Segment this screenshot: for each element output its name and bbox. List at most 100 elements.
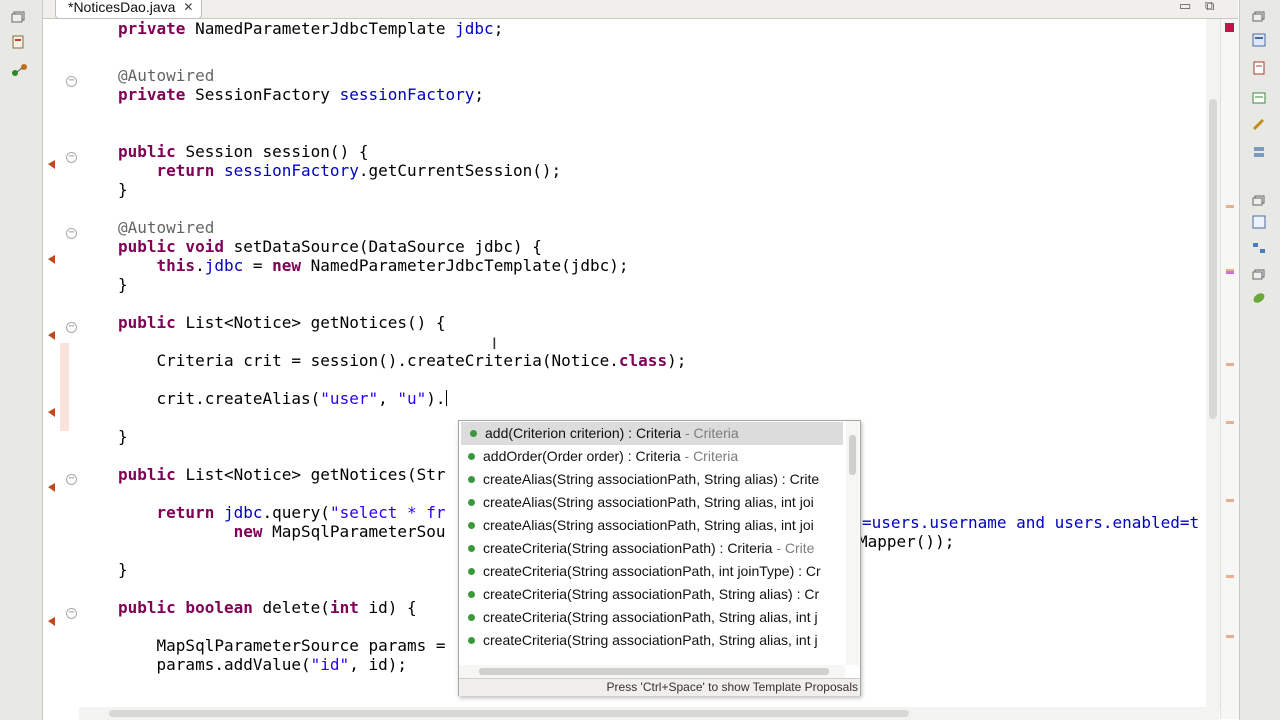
navigator-icon[interactable]: [1252, 214, 1268, 229]
content-assist-popup[interactable]: add(Criterion criterion) : Criteria - Cr…: [458, 420, 861, 696]
code-token: ;: [474, 85, 485, 104]
overview-mark[interactable]: [1226, 635, 1234, 638]
proposal-item[interactable]: createCriteria(String associationPath, i…: [459, 560, 845, 583]
spring-icon[interactable]: [1252, 290, 1268, 304]
code-token: MapSqlParameterSource params =: [118, 636, 456, 655]
scroll-thumb[interactable]: [849, 435, 856, 475]
code-token: jdbc: [204, 256, 244, 275]
proposal-item[interactable]: add(Criterion criterion) : Criteria - Cr…: [461, 422, 843, 445]
scroll-thumb[interactable]: [1209, 99, 1217, 419]
outline-icon[interactable]: [1252, 32, 1268, 47]
public-method-icon: [468, 614, 475, 621]
restore-icon[interactable]: [11, 8, 29, 23]
proposal-signature: createCriteria(String associationPath, S…: [483, 609, 818, 625]
error-summary-icon[interactable]: [1225, 23, 1234, 32]
proposal-signature: createAlias(String associationPath, Stri…: [483, 471, 820, 487]
code-token: public: [118, 465, 186, 484]
overview-mark[interactable]: [1226, 205, 1234, 208]
tab-noticesdao[interactable]: *NoticesDao.java ✕: [55, 0, 203, 19]
type-hierarchy-icon[interactable]: [1252, 240, 1268, 254]
editor-horizontal-scrollbar[interactable]: [79, 707, 1219, 720]
code-token: .getCurrentSession();: [358, 161, 562, 180]
code-token: );: [667, 351, 687, 370]
overview-mark[interactable]: [1226, 421, 1234, 424]
code-token: jdbc: [223, 503, 263, 522]
overview-mark[interactable]: [1226, 363, 1234, 366]
override-marker-icon[interactable]: [47, 250, 56, 264]
fold-toggle-icon[interactable]: −: [66, 474, 77, 485]
override-marker-icon[interactable]: [47, 478, 56, 492]
code-token: public void: [118, 237, 234, 256]
overview-mark[interactable]: [1226, 575, 1234, 578]
code-token: private: [118, 19, 196, 38]
code-token: private: [118, 85, 196, 104]
override-marker-icon[interactable]: [47, 612, 56, 626]
minimize-icon[interactable]: ▭: [1179, 0, 1191, 14]
restore-icon[interactable]: [1252, 8, 1268, 22]
code-token: Criteria crit = session().createCriteria…: [118, 351, 619, 370]
overview-mark[interactable]: [1226, 271, 1234, 274]
proposal-item[interactable]: createCriteria(String associationPath) :…: [459, 537, 845, 560]
code-token: "select * fr: [329, 503, 446, 522]
code-line: }: [118, 560, 128, 579]
proposal-item[interactable]: createCriteria(String associationPath, S…: [459, 629, 845, 652]
console-icon[interactable]: [1252, 90, 1268, 104]
proposal-signature: createCriteria(String associationPath, S…: [483, 632, 818, 648]
fold-toggle-icon[interactable]: −: [66, 322, 77, 333]
proposal-item[interactable]: createCriteria(String associationPath, S…: [459, 606, 845, 629]
tasks-icon[interactable]: [1252, 60, 1268, 75]
override-marker-icon[interactable]: [47, 155, 56, 169]
override-marker-icon[interactable]: [47, 403, 56, 417]
scroll-thumb[interactable]: [479, 668, 829, 675]
code-token: "u": [397, 389, 427, 408]
code-token: NamedParameterJdbcTemplate(jdbc);: [310, 256, 629, 275]
hierarchy-icon[interactable]: [11, 62, 29, 76]
scroll-thumb[interactable]: [109, 710, 909, 717]
proposal-item[interactable]: createCriteria(String associationPath, S…: [459, 583, 845, 606]
overview-mark[interactable]: [1226, 499, 1234, 502]
proposal-item[interactable]: addOrder(Order order) : Criteria - Crite…: [459, 445, 845, 468]
proposal-item[interactable]: createAlias(String associationPath, Stri…: [459, 468, 845, 491]
wrench-icon[interactable]: [1252, 116, 1268, 131]
code-token: setDataSource(DataSource jdbc) {: [233, 237, 542, 256]
override-marker-icon[interactable]: [47, 326, 56, 340]
proposal-signature: add(Criterion criterion) : Criteria: [485, 425, 682, 441]
fold-toggle-icon[interactable]: −: [66, 228, 77, 239]
restore-icon[interactable]: [1252, 192, 1268, 206]
code-token: this: [118, 256, 196, 275]
code-line: return jdbc.query("select * fr: [118, 503, 446, 522]
popup-vertical-scrollbar[interactable]: [846, 421, 859, 665]
package-explorer-icon[interactable]: [11, 34, 29, 49]
popup-horizontal-scrollbar[interactable]: [459, 665, 845, 678]
overview-ruler[interactable]: [1220, 19, 1239, 719]
code-token: @Autowired: [118, 66, 215, 85]
proposal-item[interactable]: createAlias(String associationPath, Stri…: [459, 514, 845, 537]
code-line: private NamedParameterJdbcTemplate jdbc;: [118, 19, 503, 38]
public-method-icon: [468, 545, 475, 552]
code-line: public Session session() {: [118, 142, 368, 161]
code-line: }: [118, 427, 128, 446]
code-token: }: [118, 275, 128, 294]
code-line: public List<Notice> getNotices(Str: [118, 465, 446, 484]
code-token: crit.createAlias(: [118, 389, 321, 408]
proposal-list[interactable]: add(Criterion criterion) : Criteria - Cr…: [459, 421, 845, 665]
maximize-icon[interactable]: ⧉: [1205, 0, 1214, 14]
restore-icon[interactable]: [1252, 266, 1268, 280]
template-proposals-hint: Press 'Ctrl+Space' to show Template Prop…: [606, 680, 858, 694]
code-token: NamedParameterJdbcTemplate: [195, 19, 456, 38]
code-token: SessionFactory: [195, 85, 340, 104]
code-token: ;: [493, 19, 504, 38]
proposal-signature: createAlias(String associationPath, Stri…: [483, 517, 814, 533]
code-token: ).: [426, 389, 446, 408]
code-line: public void setDataSource(DataSource jdb…: [118, 237, 542, 256]
text-cursor: [445, 390, 447, 406]
fold-toggle-icon[interactable]: −: [66, 76, 77, 87]
fold-toggle-icon[interactable]: −: [66, 152, 77, 163]
editor-vertical-scrollbar[interactable]: [1206, 19, 1220, 710]
fold-toggle-icon[interactable]: −: [66, 608, 77, 619]
code-token: , id);: [349, 655, 407, 674]
proposal-item[interactable]: createAlias(String associationPath, Stri…: [459, 491, 845, 514]
servers-icon[interactable]: [1252, 144, 1268, 158]
close-icon[interactable]: ✕: [183, 0, 193, 16]
proposal-declaring-type: - Crite: [772, 540, 815, 556]
